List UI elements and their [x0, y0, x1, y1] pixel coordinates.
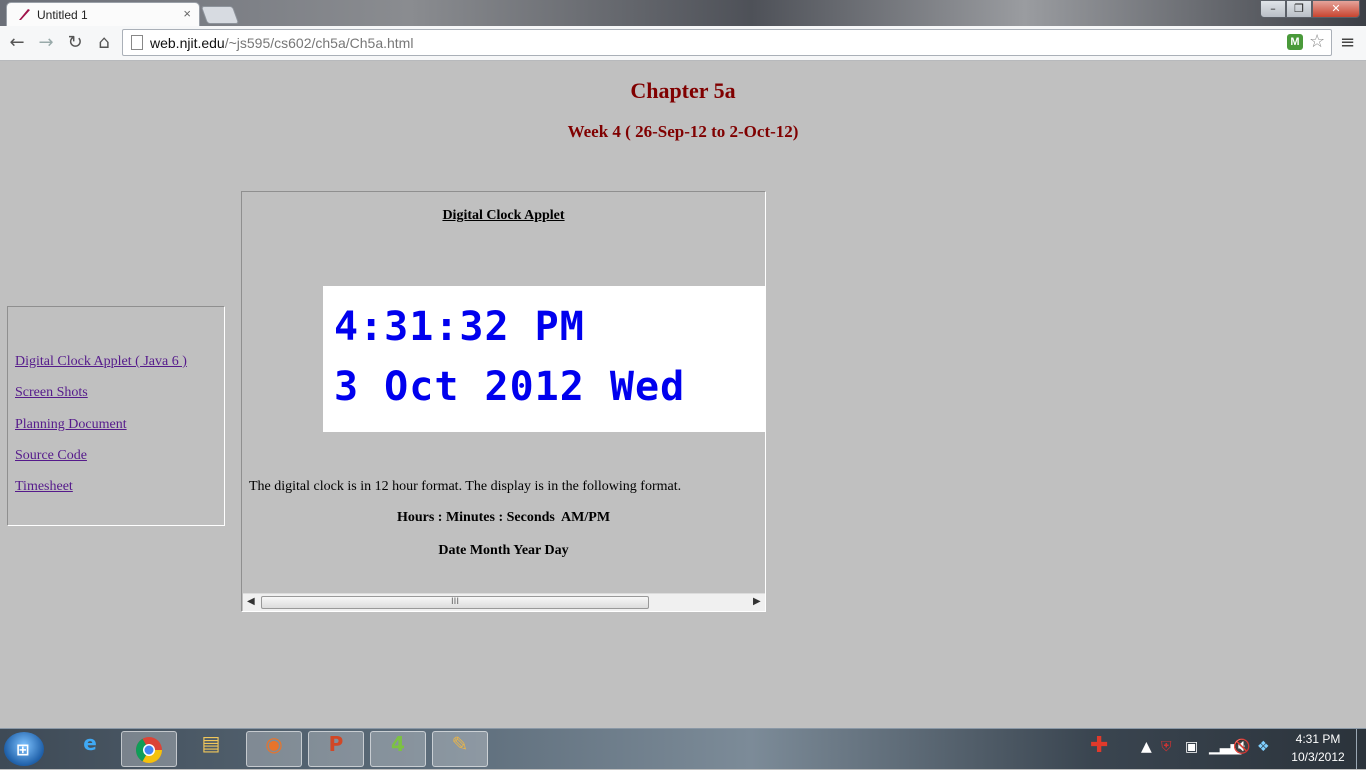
clock-description: The digital clock is in 12 hour format. … [249, 479, 682, 494]
firefox-icon[interactable]: ◉ [246, 731, 302, 767]
nav-link-planning-document[interactable]: Planning Document [15, 417, 127, 433]
clock-date: 3 Oct 2012 Wed [334, 364, 686, 410]
tab-title: Untitled 1 [37, 8, 88, 22]
nav-link-screen-shots[interactable]: Screen Shots [15, 385, 88, 401]
applet-heading: Digital Clock Applet [442, 208, 565, 223]
taskbar-date[interactable]: 10/3/2012 [1286, 750, 1350, 764]
url-host: web.njit.edu [150, 35, 225, 51]
clock-time: 4:31:32 PM [334, 304, 585, 350]
url-path: /~js595/cs602/ch5a/Ch5a.html [224, 35, 414, 51]
back-icon[interactable]: ← [6, 32, 28, 54]
new-tab-button[interactable] [200, 6, 240, 24]
reload-icon[interactable]: ↻ [64, 32, 86, 54]
feather-icon [19, 9, 30, 20]
page-subtitle: Week 4 ( 26-Sep-12 to 2-Oct-12) [567, 122, 799, 141]
action-center-icon[interactable]: ✚ [1090, 733, 1108, 758]
window-titlebar: Untitled 1 × – ❐ ✕ [0, 0, 1366, 26]
windows-logo-icon: ⊞ [16, 740, 30, 759]
powerpoint-icon[interactable]: P [308, 731, 364, 767]
show-desktop-button[interactable] [1356, 729, 1366, 769]
page-title: Chapter 5a [630, 78, 736, 103]
nav-link-timesheet[interactable]: Timesheet [15, 479, 73, 495]
dropbox-icon[interactable]: ❖ [1257, 739, 1270, 755]
windows-taskbar: ⊞ e ▤ ◉ P 4 ✎ ✚ ▲ ⛨ ▣ ▁▃▅ 🔇 ❖ 4:31 PM 10… [0, 728, 1366, 769]
content-frame: Digital Clock Applet 4:31:32 PM 3 Oct 20… [241, 191, 766, 612]
start-button[interactable]: ⊞ [4, 732, 44, 766]
time-format: Hours : Minutes : Seconds AM/PM [396, 510, 611, 525]
menu-icon[interactable]: ≡ [1340, 32, 1355, 53]
browser-tab[interactable]: Untitled 1 × [6, 2, 200, 26]
star-icon[interactable]: ☆ [1309, 31, 1325, 52]
volume-muted-icon[interactable]: 🔇 [1233, 739, 1250, 755]
close-button[interactable]: ✕ [1312, 0, 1360, 18]
address-bar[interactable]: web.njit.edu/~js595/cs602/ch5a/Ch5a.html… [122, 29, 1332, 56]
horizontal-scrollbar[interactable]: ◀ III ▶ [243, 593, 765, 611]
ie-icon[interactable]: e [62, 731, 118, 767]
thumb-grip: III [451, 597, 459, 607]
maximize-button[interactable]: ❐ [1286, 0, 1312, 18]
nav-link-source-code[interactable]: Source Code [15, 448, 87, 464]
scroll-right-icon[interactable]: ▶ [753, 596, 761, 607]
extension-icon[interactable]: M [1287, 34, 1303, 50]
date-format: Date Month Year Day [438, 543, 569, 558]
url-text[interactable]: web.njit.edu/~js595/cs602/ch5a/Ch5a.html [150, 35, 413, 51]
scrollbar-thumb[interactable]: III [261, 596, 649, 609]
network-device-icon[interactable]: ▣ [1185, 739, 1198, 755]
sidebar-nav: Digital Clock Applet ( Java 6 ) Screen S… [7, 306, 225, 526]
nav-link-digital-clock-applet[interactable]: Digital Clock Applet ( Java 6 ) [15, 354, 187, 370]
show-hidden-icons-icon[interactable]: ▲ [1141, 739, 1152, 755]
home-icon[interactable]: ⌂ [93, 32, 115, 54]
scroll-left-icon[interactable]: ◀ [247, 596, 255, 607]
page-icon [131, 35, 143, 50]
chrome-icon[interactable] [121, 731, 177, 767]
browser-toolbar: ← → ↻ ⌂ web.njit.edu/~js595/cs602/ch5a/C… [0, 26, 1366, 61]
forward-icon[interactable]: → [35, 32, 57, 54]
tab-close-icon[interactable]: × [183, 6, 191, 21]
explorer-icon[interactable]: ▤ [183, 731, 239, 767]
app-icon[interactable]: 4 [370, 731, 426, 767]
taskbar-time[interactable]: 4:31 PM [1286, 732, 1350, 746]
digital-clock-applet[interactable]: 4:31:32 PM 3 Oct 2012 Wed [323, 286, 765, 432]
minimize-button[interactable]: – [1260, 0, 1286, 18]
mcafee-icon[interactable]: ⛨ [1161, 739, 1172, 755]
paint-icon[interactable]: ✎ [432, 731, 488, 767]
